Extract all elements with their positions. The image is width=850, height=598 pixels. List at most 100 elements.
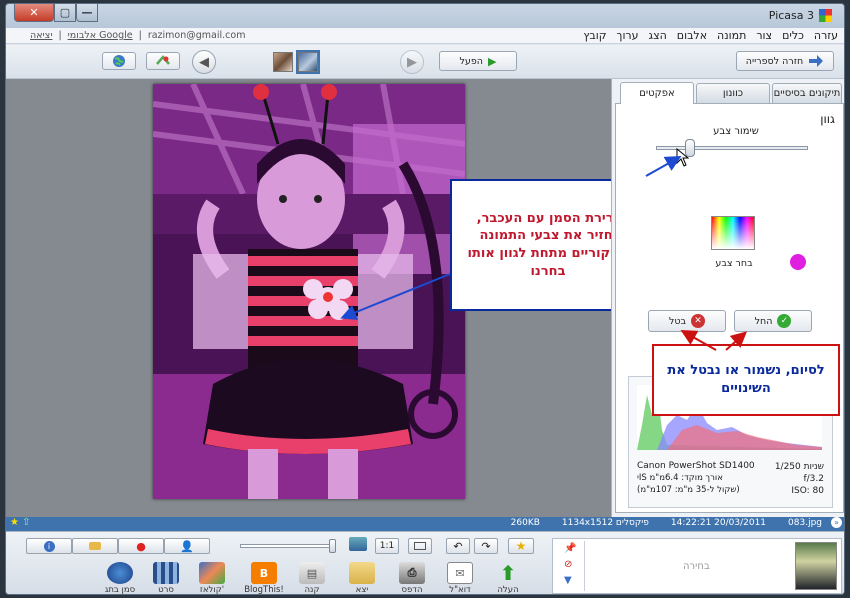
star-outline-icon: ★: [515, 539, 527, 553]
tray-album-icon[interactable]: ▼: [564, 575, 572, 586]
edited-photo[interactable]: [153, 84, 465, 499]
maximize-button[interactable]: ▢: [54, 4, 76, 22]
account-email: razimon@gmail.com: [147, 30, 246, 41]
selection-tray: 📌 ⊘ ▼ בחירה: [552, 538, 842, 594]
close-button[interactable]: ✕: [14, 4, 54, 22]
status-info: 260KB 1134x1512 פיקסלים 14:22:21 20/03/2…: [511, 518, 822, 528]
google-albums-link[interactable]: אלבומי Google: [68, 30, 133, 41]
tab-basic-fixes[interactable]: תיקונים בסיסיים: [772, 83, 842, 103]
apply-check-icon: ✓: [777, 314, 792, 328]
exif-iso: ISO: 80: [791, 486, 824, 496]
slider-label: שימור צבע: [713, 126, 759, 137]
focal-length: אורך מוקד: 6.4מ"מ ISי: [637, 473, 723, 483]
previous-button[interactable]: ◀: [192, 50, 216, 74]
tool-shop[interactable]: ▤ קנה: [294, 562, 330, 594]
bottom-toolbar: i ● 👤 1:1 ↶ ↷ ★ סמן בתג סרט קולאז' B Blog…: [6, 531, 844, 594]
exit-link[interactable]: יציאה: [30, 30, 52, 41]
effect-title: גוון: [820, 112, 835, 126]
film-icon: [153, 562, 179, 584]
pin-icon[interactable]: 📌: [564, 543, 576, 554]
picasa-window: ✕ ▢ — Picasa 3 יציאה | אלבומי Google | r…: [5, 3, 845, 595]
menu-album[interactable]: אלבום: [677, 29, 707, 42]
tab-effects[interactable]: אפקטים: [620, 82, 694, 104]
printer-icon: ⎙: [399, 562, 425, 584]
menu-view[interactable]: הצג: [649, 29, 667, 42]
tray-thumbnail[interactable]: [795, 542, 837, 590]
info-button[interactable]: i: [26, 538, 72, 554]
top-toolbar: ◀ ▶ הפעל ▶ חזרה לספרייה: [6, 45, 844, 79]
exif-aperture: f/3.2: [803, 474, 824, 484]
pick-color-label: בחר צבע: [715, 258, 753, 269]
tool-movie[interactable]: סרט: [148, 562, 184, 594]
menu-create[interactable]: צור: [756, 29, 772, 42]
tool-geotag[interactable]: סמן בתג: [102, 562, 138, 594]
fit-frame-icon: [414, 542, 426, 550]
menu-help[interactable]: עזרה: [814, 29, 838, 42]
fit-button[interactable]: [408, 538, 432, 554]
geotag-button[interactable]: [146, 52, 180, 70]
menu-edit[interactable]: ערוך: [617, 29, 639, 42]
arrow-left-icon: ◀: [199, 54, 209, 70]
tab-tuning[interactable]: כוונון: [696, 83, 770, 103]
rotate-right-button[interactable]: ↷: [474, 538, 498, 554]
status-bar: ★ ⇧ 260KB 1134x1512 פיקסלים 14:22:21 20/…: [6, 517, 844, 531]
people-button[interactable]: 👤: [164, 538, 210, 554]
zoom-1-1-button[interactable]: 1:1: [375, 538, 399, 554]
places-button[interactable]: ●: [118, 538, 164, 554]
earth-icon: [107, 562, 133, 584]
tool-blogthis[interactable]: B BlogThis!: [244, 562, 284, 594]
play-slideshow-button[interactable]: הפעל ▶: [439, 51, 517, 71]
status-filename: 083.jpg: [788, 518, 822, 528]
menu-bar: יציאה | אלבומי Google | razimon@gmail.co…: [6, 28, 844, 44]
filmstrip-thumb-prev[interactable]: [273, 52, 293, 72]
rotate-right-icon: ↷: [481, 539, 491, 553]
tool-collage[interactable]: קולאז': [194, 562, 230, 594]
star-icon[interactable]: ★: [10, 517, 19, 528]
tinted-photo-image: [153, 84, 465, 499]
minimize-button[interactable]: —: [76, 4, 98, 22]
cancel-x-icon: ✕: [691, 314, 706, 328]
menu-file[interactable]: קובץ: [583, 29, 606, 42]
arrow-right-blue-icon: [809, 55, 824, 67]
fit-view-icon[interactable]: [349, 537, 367, 551]
geotag-icon: [156, 55, 170, 65]
upload-small-icon[interactable]: ⇧: [22, 517, 30, 528]
exif-values: שניות 1/250 f/3.2 ISO: 80: [775, 461, 824, 497]
menu-picture[interactable]: תמונה: [717, 29, 746, 42]
upload-arrow-icon: ⬆: [499, 561, 517, 585]
exif-shutter: שניות 1/250: [774, 462, 824, 472]
globe-button[interactable]: [102, 52, 136, 70]
tray-controls: 📌 ⊘ ▼: [555, 541, 585, 591]
zoom-slider[interactable]: [240, 539, 336, 553]
envelope-icon: ✉: [447, 562, 473, 584]
next-button[interactable]: ▶: [400, 50, 424, 74]
maximize-icon: ▢: [59, 6, 71, 19]
zoom-slider-thumb[interactable]: [329, 539, 336, 553]
tray-label: בחירה: [683, 561, 710, 572]
color-picker-swatch[interactable]: [711, 216, 755, 250]
photo-view: גרירת הסמן עם העכבר, יחזיר את צבעי התמונ…: [6, 79, 646, 517]
rotate-left-button[interactable]: ↶: [446, 538, 470, 554]
menu-tools[interactable]: כלים: [782, 29, 804, 42]
edit-panel: תיקונים בסיסיים כוונון אפקטים גוון שימור…: [611, 79, 844, 517]
person-icon: 👤: [180, 539, 194, 553]
clear-icon[interactable]: ⊘: [564, 559, 572, 570]
finish-explanation-callout: לסיום, נשמור או נבטל את השינויים: [652, 344, 840, 416]
selected-color-dot: [790, 254, 806, 270]
app-title: Picasa 3: [769, 9, 832, 22]
tag-icon: [89, 542, 101, 550]
tool-export[interactable]: יצא: [344, 562, 380, 594]
cancel-button[interactable]: בטל ✕: [648, 310, 726, 332]
globe-icon: [113, 55, 125, 67]
tag-button[interactable]: [72, 538, 118, 554]
star-button[interactable]: ★: [508, 538, 534, 554]
apply-button[interactable]: החל ✓: [734, 310, 812, 332]
minimize-icon: —: [81, 6, 93, 19]
back-to-library-button[interactable]: חזרה לספרייה: [736, 51, 834, 71]
tool-email[interactable]: ✉ דוא"ל: [442, 562, 478, 594]
rotate-left-icon: ↶: [453, 539, 463, 553]
filmstrip-thumb-current[interactable]: [296, 50, 320, 74]
tool-upload[interactable]: ⬆ העלה: [490, 561, 526, 594]
expand-icon[interactable]: »: [831, 517, 842, 528]
tool-print[interactable]: ⎙ הדפס: [394, 562, 430, 594]
